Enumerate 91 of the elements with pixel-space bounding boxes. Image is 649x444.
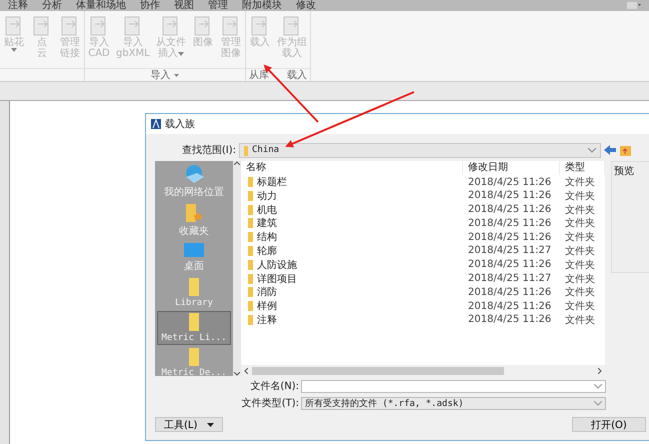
folder-icon	[189, 348, 199, 366]
type-cell-text: 文件夹	[564, 244, 596, 258]
folder-icon	[189, 313, 199, 331]
type-cell-text: 文件夹	[564, 176, 596, 189]
type-cell-text: 文件夹	[564, 272, 596, 286]
file-name-field[interactable]	[301, 380, 606, 392]
date-cell-text: 2018/4/25 11:26	[467, 218, 552, 229]
column-header[interactable]: 修改日期	[463, 161, 560, 175]
date-cell-text: 2018/4/25 11:26	[467, 176, 552, 188]
launcher-arrow-icon	[174, 74, 180, 76]
chevron-right-icon	[598, 368, 602, 374]
folder-icon	[248, 301, 253, 312]
date-cell-text: 2018/4/25 11:26	[467, 190, 552, 202]
file-name-cell[interactable]: 人防设施	[241, 258, 463, 272]
menu-tab[interactable]: 附加模块	[242, 0, 282, 11]
date-cell-text: 2018/4/25 11:26	[467, 232, 552, 243]
type-cell-text: 文件夹	[564, 230, 596, 244]
file-name-cell[interactable]: 动力	[241, 188, 463, 203]
up-folder-icon	[619, 144, 632, 156]
folder-icon	[248, 274, 253, 284]
type-cell-text: 文件夹	[564, 204, 596, 217]
vertical-scrollbar[interactable]	[233, 161, 241, 376]
field-label: 文件名(N):	[249, 380, 299, 393]
chevron-down-icon	[588, 148, 596, 152]
menu-tab[interactable]: 体量和场地	[76, 0, 126, 11]
file-name-cell[interactable]: 建筑	[241, 216, 463, 230]
file-name-cell[interactable]: 详图项目	[241, 272, 463, 286]
desktop-icon	[184, 243, 204, 257]
folder-icon	[189, 278, 199, 296]
dialog-title: 载入族	[165, 118, 195, 131]
column-header[interactable]: 名称	[241, 161, 463, 175]
panel-toggle-icon	[627, 2, 641, 9]
folder-icon	[248, 190, 253, 201]
menu-tab[interactable]: 视图	[174, 0, 194, 11]
file-name-cell[interactable]: 结构	[241, 230, 463, 244]
date-cell-text: 2018/4/25 11:27	[467, 273, 552, 284]
group-label: 从库	[248, 68, 269, 82]
date-cell-text: 2018/4/25 11:27	[467, 245, 552, 256]
file-name-cell[interactable]: 注释	[241, 312, 463, 327]
file-name-cell[interactable]: 轮廓	[241, 244, 463, 258]
chevron-down-icon	[234, 372, 240, 376]
group-label: 载入	[286, 68, 307, 82]
date-cell-text: 2018/4/25 11:26	[467, 300, 552, 312]
caret-icon	[11, 48, 17, 52]
type-cell-text: 文件夹	[564, 300, 596, 314]
file-name-cell[interactable]: 消防	[241, 285, 463, 300]
chevron-up-icon	[234, 161, 240, 165]
group-label: 导入	[150, 68, 170, 82]
look-in-dropdown[interactable]: China	[239, 142, 601, 158]
back-icon	[604, 145, 616, 155]
chevron-left-icon	[244, 368, 248, 374]
folder-icon	[243, 144, 249, 156]
date-cell-text: 2018/4/25 11:26	[467, 259, 552, 270]
folder-icon	[248, 232, 253, 242]
menu-tab[interactable]: 分析	[42, 0, 62, 11]
menu-tab[interactable]: 协作	[140, 0, 160, 11]
type-cell-text: 文件夹	[564, 190, 596, 203]
file-name-cell[interactable]: 样例	[241, 299, 463, 314]
chevron-down-icon	[594, 384, 602, 388]
file-name-cell[interactable]: 标题栏	[241, 175, 463, 189]
open-button[interactable]: 打开(O)	[572, 417, 646, 432]
type-cell-text: 文件夹	[564, 258, 596, 272]
type-cell-text: 文件夹	[564, 314, 596, 327]
menu-tab[interactable]: 修改	[296, 0, 316, 11]
file-type-dropdown[interactable]: 所有受支持的文件 (*.rfa, *.adsk)	[301, 396, 606, 410]
horizontal-scrollbar[interactable]	[241, 365, 605, 376]
caret-icon	[178, 52, 184, 56]
file-name-cell[interactable]: 机电	[241, 202, 463, 217]
folder-icon	[248, 314, 253, 325]
folder-icon	[248, 246, 253, 256]
field-label: 文件类型(T):	[240, 396, 299, 410]
chevron-down-icon	[594, 400, 602, 406]
tools-button[interactable]: 工具(L)	[155, 417, 224, 432]
date-cell-text: 2018/4/25 11:26	[467, 314, 552, 326]
folder-icon	[248, 287, 253, 298]
folder-icon	[248, 204, 253, 215]
type-cell-text: 文件夹	[564, 216, 596, 230]
network-globe-icon	[184, 165, 204, 183]
folder-icon	[248, 218, 253, 228]
type-cell-text: 文件夹	[564, 286, 596, 300]
star-folder-icon	[186, 204, 202, 222]
folder-icon	[248, 177, 253, 187]
menu-tab[interactable]: 管理	[208, 0, 228, 11]
date-cell-text: 2018/4/25 11:26	[467, 204, 552, 216]
folder-icon	[248, 260, 253, 270]
column-header[interactable]: 类型	[560, 161, 605, 175]
app-logo-icon	[151, 119, 161, 129]
date-cell-text: 2018/4/25 11:26	[467, 286, 552, 298]
field-label: 查找范围(I):	[180, 144, 236, 157]
preview-label: 预览	[614, 165, 635, 178]
caret-icon	[207, 422, 214, 426]
